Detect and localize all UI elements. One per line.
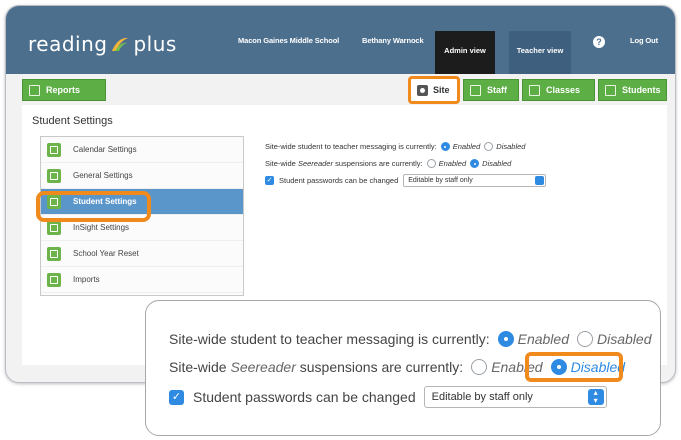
figure-icon (47, 169, 61, 183)
suspension-row: Site-wide Seereader suspensions are curr… (265, 159, 512, 168)
staff-button[interactable]: Staff (463, 79, 519, 101)
zoom-messaging-disabled-radio[interactable] (577, 331, 593, 347)
messaging-enabled-radio[interactable] (440, 142, 450, 151)
password-checkbox[interactable]: ✓ (265, 176, 274, 185)
zoom-callout: Site-wide student to teacher messaging i… (145, 300, 661, 436)
menu-item-calendar-settings[interactable]: Calendar Settings (41, 137, 243, 163)
staff-icon (470, 84, 481, 96)
logo-text-right: plus (133, 32, 177, 56)
zoom-password-row: ✓ Student passwords can be changed Edita… (169, 386, 607, 408)
logout-link[interactable]: Log Out (630, 36, 658, 45)
calendar-icon (47, 143, 61, 157)
messaging-disabled-radio[interactable] (484, 142, 494, 151)
students-icon (605, 84, 616, 96)
school-link[interactable]: Macon Gaines Middle School (238, 36, 339, 45)
page-title: Student Settings (32, 115, 113, 127)
teacher-view-tab[interactable]: Teacher view (509, 31, 571, 74)
student-settings-options: Site-wide student to teacher messaging i… (265, 138, 547, 189)
reports-icon (29, 84, 40, 96)
zoom-select-arrow-icon: ▴ ▾ (587, 389, 604, 405)
zoom-messaging-row: Site-wide student to teacher messaging i… (169, 331, 652, 347)
logo-swoosh-icon (112, 37, 129, 51)
import-icon (47, 273, 61, 287)
zoom-password-checkbox[interactable]: ✓ (169, 389, 184, 405)
password-row: ✓ Student passwords can be changed Edita… (265, 172, 547, 189)
password-select[interactable]: Editable by staff only (403, 174, 547, 187)
suspension-disabled-radio[interactable] (470, 159, 480, 168)
students-button[interactable]: Students (598, 79, 667, 101)
zoom-messaging-enabled-radio[interactable] (497, 331, 514, 347)
top-navigation-bar: reading plus Macon Gaines Middle School … (6, 6, 675, 74)
zoom-password-select[interactable]: Editable by staff only ▴ ▾ (423, 386, 607, 408)
student-settings-highlight (36, 191, 151, 222)
select-arrow-icon (535, 176, 545, 185)
zoom-suspension-enabled-radio[interactable] (471, 359, 488, 375)
help-icon[interactable]: ? (593, 36, 605, 48)
insight-icon (47, 221, 61, 235)
disabled-option-highlight (525, 352, 623, 382)
section-toolbar: Reports Site Staff Classes Students (22, 76, 667, 104)
reading-plus-logo[interactable]: reading plus (28, 32, 177, 56)
logo-text-left: reading (28, 32, 108, 56)
gear-icon (417, 84, 428, 96)
reset-icon (47, 247, 61, 261)
classes-button[interactable]: Classes (522, 79, 595, 101)
user-link[interactable]: Bethany Warnock (362, 36, 424, 45)
suspension-enabled-radio[interactable] (426, 159, 436, 168)
menu-item-imports[interactable]: Imports (41, 267, 243, 293)
site-button[interactable]: Site (408, 76, 460, 104)
messaging-row: Site-wide student to teacher messaging i… (265, 142, 526, 151)
reports-button[interactable]: Reports (22, 79, 106, 101)
menu-item-school-year-reset[interactable]: School Year Reset (41, 241, 243, 267)
menu-item-general-settings[interactable]: General Settings (41, 163, 243, 189)
admin-view-tab[interactable]: Admin view (435, 31, 495, 74)
classes-icon (529, 84, 540, 96)
